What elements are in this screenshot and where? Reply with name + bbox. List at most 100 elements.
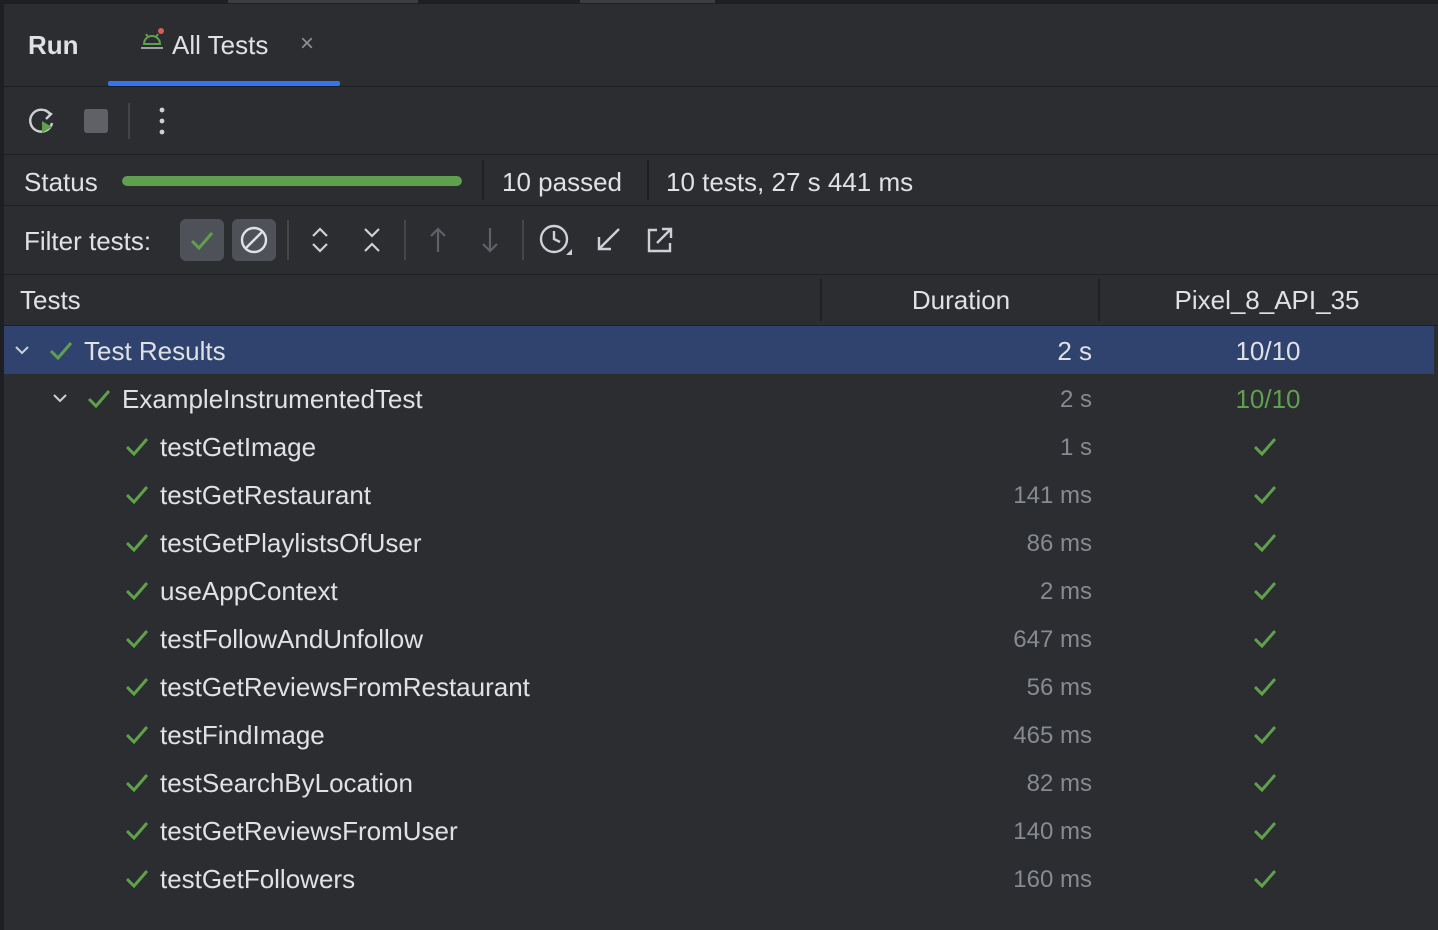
check-icon (125, 486, 149, 505)
check-icon (87, 390, 111, 409)
chevron-down-icon[interactable] (12, 340, 32, 360)
test-status-bar: Status 10 passed 10 tests, 27 s 441 ms (4, 155, 1438, 206)
rerun-button[interactable] (24, 103, 60, 139)
passed-count: 10 passed (502, 167, 622, 197)
check-icon (125, 822, 149, 841)
tree-row-test[interactable]: testGetPlaylistsOfUser 86 ms (4, 518, 1434, 566)
passed-check-icon (1253, 870, 1277, 889)
check-icon (125, 678, 149, 697)
tree-row-test[interactable]: testGetReviewsFromUser 140 ms (4, 806, 1434, 854)
check-icon (125, 438, 149, 457)
expand-all-icon (312, 227, 328, 253)
tree-row-test[interactable]: testGetImage 1 s (4, 422, 1434, 470)
test-case-list: testGetImage 1 s testGetRestaurant 141 m… (4, 422, 1434, 902)
tree-row-root[interactable]: Test Results 2 s 10/10 (4, 326, 1434, 374)
chevron-down-icon[interactable] (50, 388, 70, 408)
sort-by-duration-button[interactable] (534, 219, 578, 261)
tree-row-result: 10/10 (1235, 384, 1301, 414)
sort-by-duration-icon (539, 224, 572, 255)
show-ignored-icon (240, 226, 268, 254)
test-duration: 1 s (1059, 434, 1092, 461)
column-header-device[interactable]: Pixel_8_API_35 (1100, 285, 1434, 316)
status-separator (482, 160, 484, 200)
stop-button[interactable] (78, 103, 114, 139)
passed-check-icon (1253, 582, 1277, 601)
tool-window-header: Run All Tests × (4, 4, 1438, 87)
test-name: testGetPlaylistsOfUser (160, 528, 422, 558)
check-icon (125, 534, 149, 553)
test-summary: 10 tests, 27 s 441 ms (666, 167, 914, 197)
test-name: testSearchByLocation (160, 768, 413, 798)
test-name: testGetFollowers (160, 864, 356, 894)
android-test-icon (141, 28, 164, 49)
filter-separator (287, 220, 289, 260)
passed-check-icon (1253, 678, 1277, 697)
column-header-duration[interactable]: Duration (822, 285, 1100, 316)
passed-check-icon (1253, 486, 1277, 505)
tree-row-test[interactable]: testGetReviewsFromRestaurant 56 ms (4, 662, 1434, 710)
export-icon (647, 227, 673, 253)
check-icon (125, 582, 149, 601)
filter-toolbar: Filter tests: (4, 206, 1438, 275)
tree-row-test[interactable]: testFollowAndUnfollow 647 ms (4, 614, 1434, 662)
tree-row-test[interactable]: testSearchByLocation 82 ms (4, 758, 1434, 806)
test-duration: 86 ms (1026, 530, 1092, 557)
progress-fill (122, 176, 462, 186)
passed-check-icon (1253, 726, 1277, 745)
next-failed-button[interactable] (468, 219, 512, 261)
expand-all-button[interactable] (298, 219, 342, 261)
passed-check-icon (1253, 438, 1277, 457)
run-toolbar (4, 87, 1438, 155)
close-icon[interactable]: × (300, 32, 314, 56)
column-header-tests[interactable]: Tests (20, 285, 81, 316)
passed-check-icon (1253, 774, 1277, 793)
check-icon (49, 342, 73, 361)
show-ignored-button[interactable] (232, 219, 276, 261)
test-duration: 82 ms (1026, 770, 1092, 797)
passed-check-icon (1253, 534, 1277, 553)
results-table-header: Tests Duration Pixel_8_API_35 (4, 275, 1438, 326)
status-separator (647, 160, 649, 200)
test-name: testGetImage (160, 432, 317, 462)
test-duration: 56 ms (1026, 674, 1092, 701)
stop-icon (84, 109, 108, 133)
previous-failed-icon (430, 227, 446, 252)
tab-all-tests[interactable]: All Tests × (108, 4, 340, 86)
test-name: testGetReviewsFromRestaurant (160, 672, 530, 702)
tree-row-test[interactable]: testGetFollowers 160 ms (4, 854, 1434, 902)
tree-row-test[interactable]: testGetRestaurant 141 ms (4, 470, 1434, 518)
passed-check-icon (1253, 822, 1277, 841)
previous-failed-button[interactable] (416, 219, 460, 261)
filter-separator (522, 220, 524, 260)
test-duration: 465 ms (1013, 722, 1092, 749)
test-name: testGetRestaurant (160, 480, 371, 510)
editor-tab-fragment (580, 0, 715, 3)
import-tests-button[interactable] (586, 219, 630, 261)
check-icon (125, 630, 149, 649)
more-icon (159, 107, 165, 135)
test-duration: 647 ms (1013, 626, 1092, 653)
tree-row-test[interactable]: testFindImage 465 ms (4, 710, 1434, 758)
test-name: testGetReviewsFromUser (160, 816, 458, 846)
test-duration: 2 ms (1039, 578, 1092, 605)
filter-separator (404, 220, 406, 260)
check-icon (125, 870, 149, 889)
check-icon (125, 726, 149, 745)
collapse-all-button[interactable] (350, 219, 394, 261)
test-duration: 160 ms (1013, 866, 1092, 893)
progress-bar (122, 176, 462, 186)
run-tool-window-title: Run (28, 30, 79, 60)
tab-label: All Tests (172, 30, 269, 60)
show-passed-button[interactable] (180, 219, 224, 261)
test-duration: 141 ms (1013, 482, 1092, 509)
tree-row-name: Test Results (84, 336, 226, 366)
tree-row-duration: 2 s (1057, 336, 1092, 366)
export-tests-button[interactable] (638, 219, 682, 261)
tree-row-suite[interactable]: ExampleInstrumentedTest 2 s 10/10 (4, 374, 1434, 422)
editor-tab-fragment (228, 0, 418, 3)
passed-check-icon (1253, 630, 1277, 649)
tree-row-test[interactable]: useAppContext 2 ms (4, 566, 1434, 614)
toolbar-separator (128, 103, 130, 139)
tree-row-duration: 2 s (1059, 386, 1092, 413)
more-button[interactable] (144, 103, 180, 139)
